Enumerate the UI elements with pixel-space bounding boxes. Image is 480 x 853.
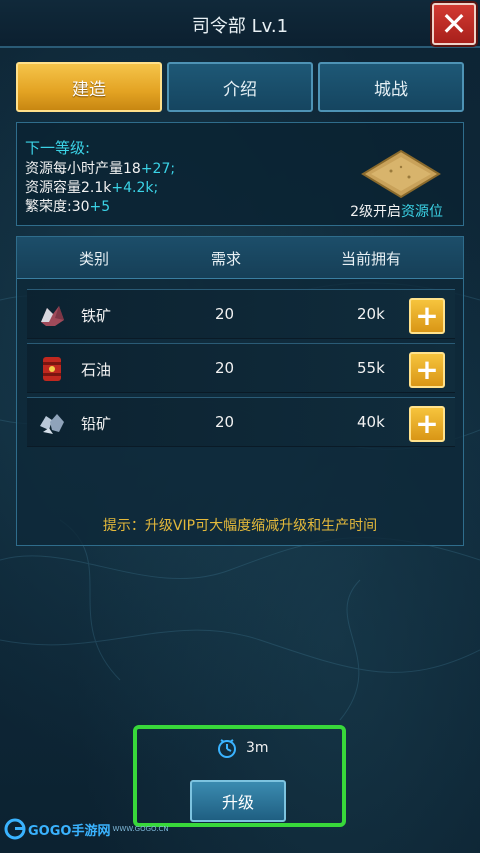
- resource-name: 铁矿: [81, 307, 112, 325]
- header-required: 需求: [211, 250, 242, 268]
- header-owned: 当前拥有: [341, 250, 402, 268]
- resource-need: 20: [215, 305, 235, 323]
- tab-bar: 建造 介绍 城战: [16, 62, 464, 112]
- title-bar: 司令部 Lv.1 ✕: [0, 0, 480, 48]
- close-button[interactable]: ✕: [432, 3, 476, 45]
- resource-need: 20: [215, 413, 235, 431]
- prosperity-line: 繁荣度:30+5: [25, 199, 111, 215]
- resource-owned: 40k: [357, 413, 385, 431]
- iron-ore-icon: [41, 306, 64, 326]
- resource-row-lead: 铅矿 20 40k +: [27, 397, 455, 447]
- header-category: 类别: [79, 250, 110, 268]
- resource-row-iron: 铁矿 20 20k +: [27, 289, 455, 339]
- watermark: GOGO手游网 WWW.GOGO.CN: [4, 818, 169, 840]
- close-icon: ✕: [440, 5, 468, 43]
- resource-owned: 55k: [357, 359, 385, 377]
- watermark-logo-icon: [4, 818, 26, 840]
- plus-icon: +: [415, 407, 439, 440]
- upgrade-time: 3m: [246, 740, 269, 756]
- next-level-panel: 下一等级: 资源每小时产量18+27; 资源容量2.1k+4.2k; 繁荣度:3…: [16, 122, 464, 226]
- resource-requirements-panel: 类别 需求 当前拥有 铁矿 20 20k + 石油 20 55k + 铅矿 20…: [16, 236, 464, 546]
- next-level-heading: 下一等级:: [25, 139, 91, 157]
- add-iron-button[interactable]: +: [409, 298, 445, 334]
- capacity-line: 资源容量2.1k+4.2k;: [25, 180, 159, 196]
- resource-name: 铅矿: [81, 415, 112, 433]
- resource-tile-icon: [361, 149, 441, 199]
- production-line: 资源每小时产量18+27;: [25, 161, 176, 177]
- plus-icon: +: [415, 299, 439, 332]
- lead-ore-icon: [40, 414, 64, 434]
- watermark-subtext: WWW.GOGO.CN: [112, 825, 169, 833]
- resource-row-oil: 石油 20 55k +: [27, 343, 455, 393]
- add-lead-button[interactable]: +: [409, 406, 445, 442]
- clock-icon: [218, 739, 236, 758]
- add-oil-button[interactable]: +: [409, 352, 445, 388]
- watermark-text: GOGO手游网: [28, 823, 111, 839]
- tab-city-war[interactable]: 城战: [318, 62, 464, 112]
- resource-name: 石油: [81, 361, 112, 379]
- upgrade-timer: 3m: [216, 737, 269, 759]
- tab-intro[interactable]: 介绍: [167, 62, 313, 112]
- vip-tip: 提示：升级VIP可大幅度缩减升级和生产时间: [102, 518, 378, 534]
- resource-need: 20: [215, 359, 235, 377]
- page-title: 司令部 Lv.1: [191, 16, 289, 37]
- resource-owned: 20k: [357, 305, 385, 323]
- plus-icon: +: [415, 353, 439, 386]
- resource-table-header: 类别 需求 当前拥有: [17, 237, 463, 279]
- oil-barrel-icon: [43, 357, 61, 381]
- unlock-hint: 2级开启资源位: [350, 204, 443, 220]
- upgrade-button[interactable]: 升级: [190, 780, 286, 822]
- tab-build[interactable]: 建造: [16, 62, 162, 112]
